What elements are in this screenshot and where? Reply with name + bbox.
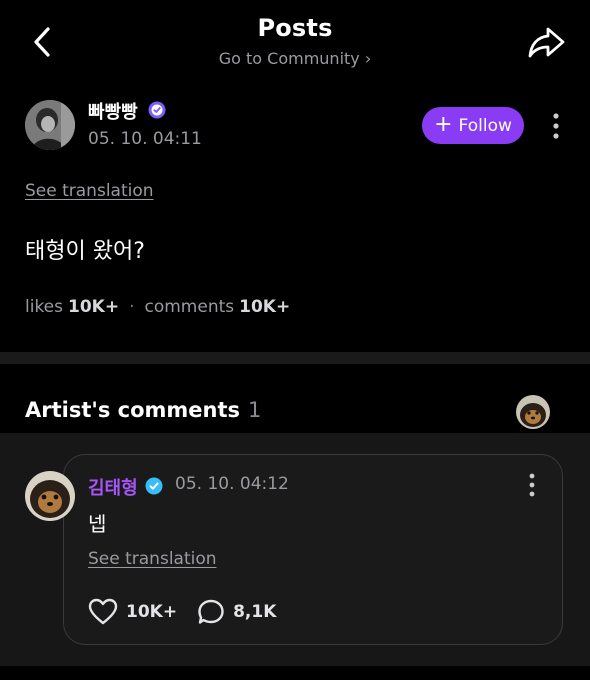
comment-more-button[interactable] (522, 472, 542, 498)
commenter-avatar[interactable] (25, 471, 75, 521)
commenter-name[interactable]: 김태형 (88, 474, 138, 500)
follow-label: Follow (458, 115, 512, 136)
comments-count[interactable]: 10K+ (239, 297, 290, 317)
likes-count: 10K+ (68, 297, 120, 317)
follow-button[interactable]: + Follow (422, 107, 524, 144)
author-name[interactable]: 빠빵빵 (88, 98, 138, 124)
likes-label: likes (25, 297, 64, 317)
see-translation-link[interactable]: See translation (25, 181, 154, 201)
verified-badge-icon (145, 477, 163, 495)
comment-timestamp: 05. 10. 04:12 (175, 474, 289, 494)
more-vertical-icon (553, 113, 559, 139)
artist-avatar-small[interactable] (516, 395, 550, 429)
comments-label[interactable]: comments (145, 297, 235, 317)
artist-comments-heading: Artist's comments 1 (25, 398, 261, 422)
section-divider (0, 352, 590, 364)
heart-icon (88, 598, 118, 625)
author-avatar[interactable] (25, 100, 75, 150)
share-icon (528, 27, 565, 58)
page-title: Posts (257, 14, 333, 42)
comment-reply-count: 8,1K (233, 602, 277, 622)
verified-badge-icon (148, 101, 166, 119)
separator-dot: · (129, 297, 135, 317)
comment-reply-button[interactable]: 8,1K (197, 598, 276, 626)
comment-see-translation-link[interactable]: See translation (88, 549, 217, 569)
more-vertical-icon (529, 473, 535, 497)
post-more-button[interactable] (546, 112, 566, 140)
go-to-community-link[interactable]: Go to Community › (0, 49, 590, 68)
post-timestamp: 05. 10. 04:11 (88, 129, 202, 149)
comment-like-count: 10K+ (126, 602, 178, 622)
comment-like-button[interactable]: 10K+ (88, 598, 177, 626)
artist-comments-title: Artist's comments (25, 398, 240, 422)
share-button[interactable] (526, 25, 566, 59)
comment-bubble-icon (198, 599, 224, 624)
post-body-text: 태형이 왔어? (25, 239, 145, 264)
plus-icon: + (434, 111, 453, 137)
artist-comments-count: 1 (248, 398, 262, 422)
comment-text: 넵 (88, 512, 107, 536)
post-stats: likes 10K+ · comments 10K+ (25, 297, 290, 317)
comment-actions: 10K+ 8,1K (88, 598, 276, 626)
